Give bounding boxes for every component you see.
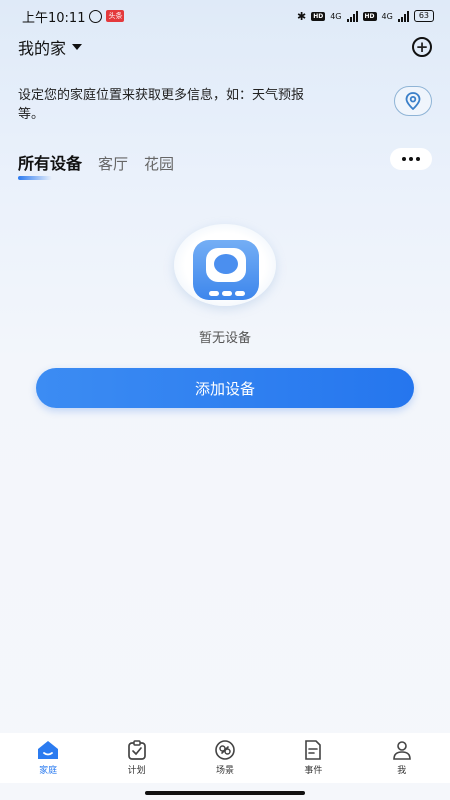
nav-item-plan[interactable]: 计划	[107, 740, 167, 776]
hd-badge: HD	[362, 11, 377, 21]
status-time: 上午10:11	[22, 10, 86, 26]
caret-down-icon	[72, 44, 83, 50]
nav-item-label: 事件	[304, 766, 323, 776]
network-type: 4G	[381, 11, 393, 21]
home-name: 我的家	[18, 39, 67, 58]
room-tabs: 所有设备 客厅 花园	[18, 150, 174, 180]
add-device-button[interactable]: 添加设备	[36, 368, 414, 408]
nav-item-label: 计划	[127, 766, 146, 776]
link-icon	[214, 740, 236, 760]
network-type: 4G	[330, 11, 342, 21]
add-icon[interactable]: +	[412, 37, 432, 57]
hd-badge: HD	[311, 11, 326, 21]
user-icon	[391, 740, 413, 760]
home-icon	[37, 740, 59, 760]
signal-icon	[346, 10, 358, 22]
tab-garden[interactable]: 花园	[144, 153, 174, 178]
signal-icon	[397, 10, 409, 22]
notification-icon: 头条	[106, 10, 125, 22]
tab-all-devices[interactable]: 所有设备	[18, 150, 82, 180]
nav-item-label: 场景	[215, 766, 234, 776]
nav-item-label: 家庭	[39, 766, 58, 776]
empty-state-text: 暂无设备	[198, 331, 251, 346]
nav-item-events[interactable]: 事件	[283, 740, 343, 776]
more-button[interactable]	[390, 148, 432, 170]
remote-device-icon	[193, 240, 259, 300]
alarm-icon	[89, 9, 103, 23]
more-dots-icon	[402, 157, 406, 161]
gesture-home-bar[interactable]	[145, 791, 305, 795]
nav-item-label: 我	[397, 766, 407, 776]
empty-illustration	[174, 224, 276, 306]
header: 我的家 +	[18, 34, 432, 60]
location-button[interactable]	[394, 86, 432, 116]
clipboard-check-icon	[126, 740, 148, 760]
bluetooth-icon: ✱	[296, 9, 307, 23]
location-pin-icon	[405, 92, 421, 110]
status-bar: 上午10:11 头条 ✱ HD 4G HD 4G 63	[0, 0, 450, 32]
location-hint-text: 设定您的家庭位置来获取更多信息，如：天气预报等。	[18, 88, 305, 122]
nav-item-home[interactable]: 家庭	[18, 740, 78, 776]
bottom-nav: 家庭 计划 场景 事件 我	[0, 733, 450, 783]
nav-item-scene[interactable]: 场景	[195, 740, 255, 776]
battery-icon: 63	[413, 10, 434, 22]
tab-living-room[interactable]: 客厅	[98, 153, 128, 178]
nav-item-me[interactable]: 我	[372, 740, 432, 776]
document-icon	[302, 740, 324, 760]
home-selector[interactable]: 我的家	[18, 35, 83, 59]
